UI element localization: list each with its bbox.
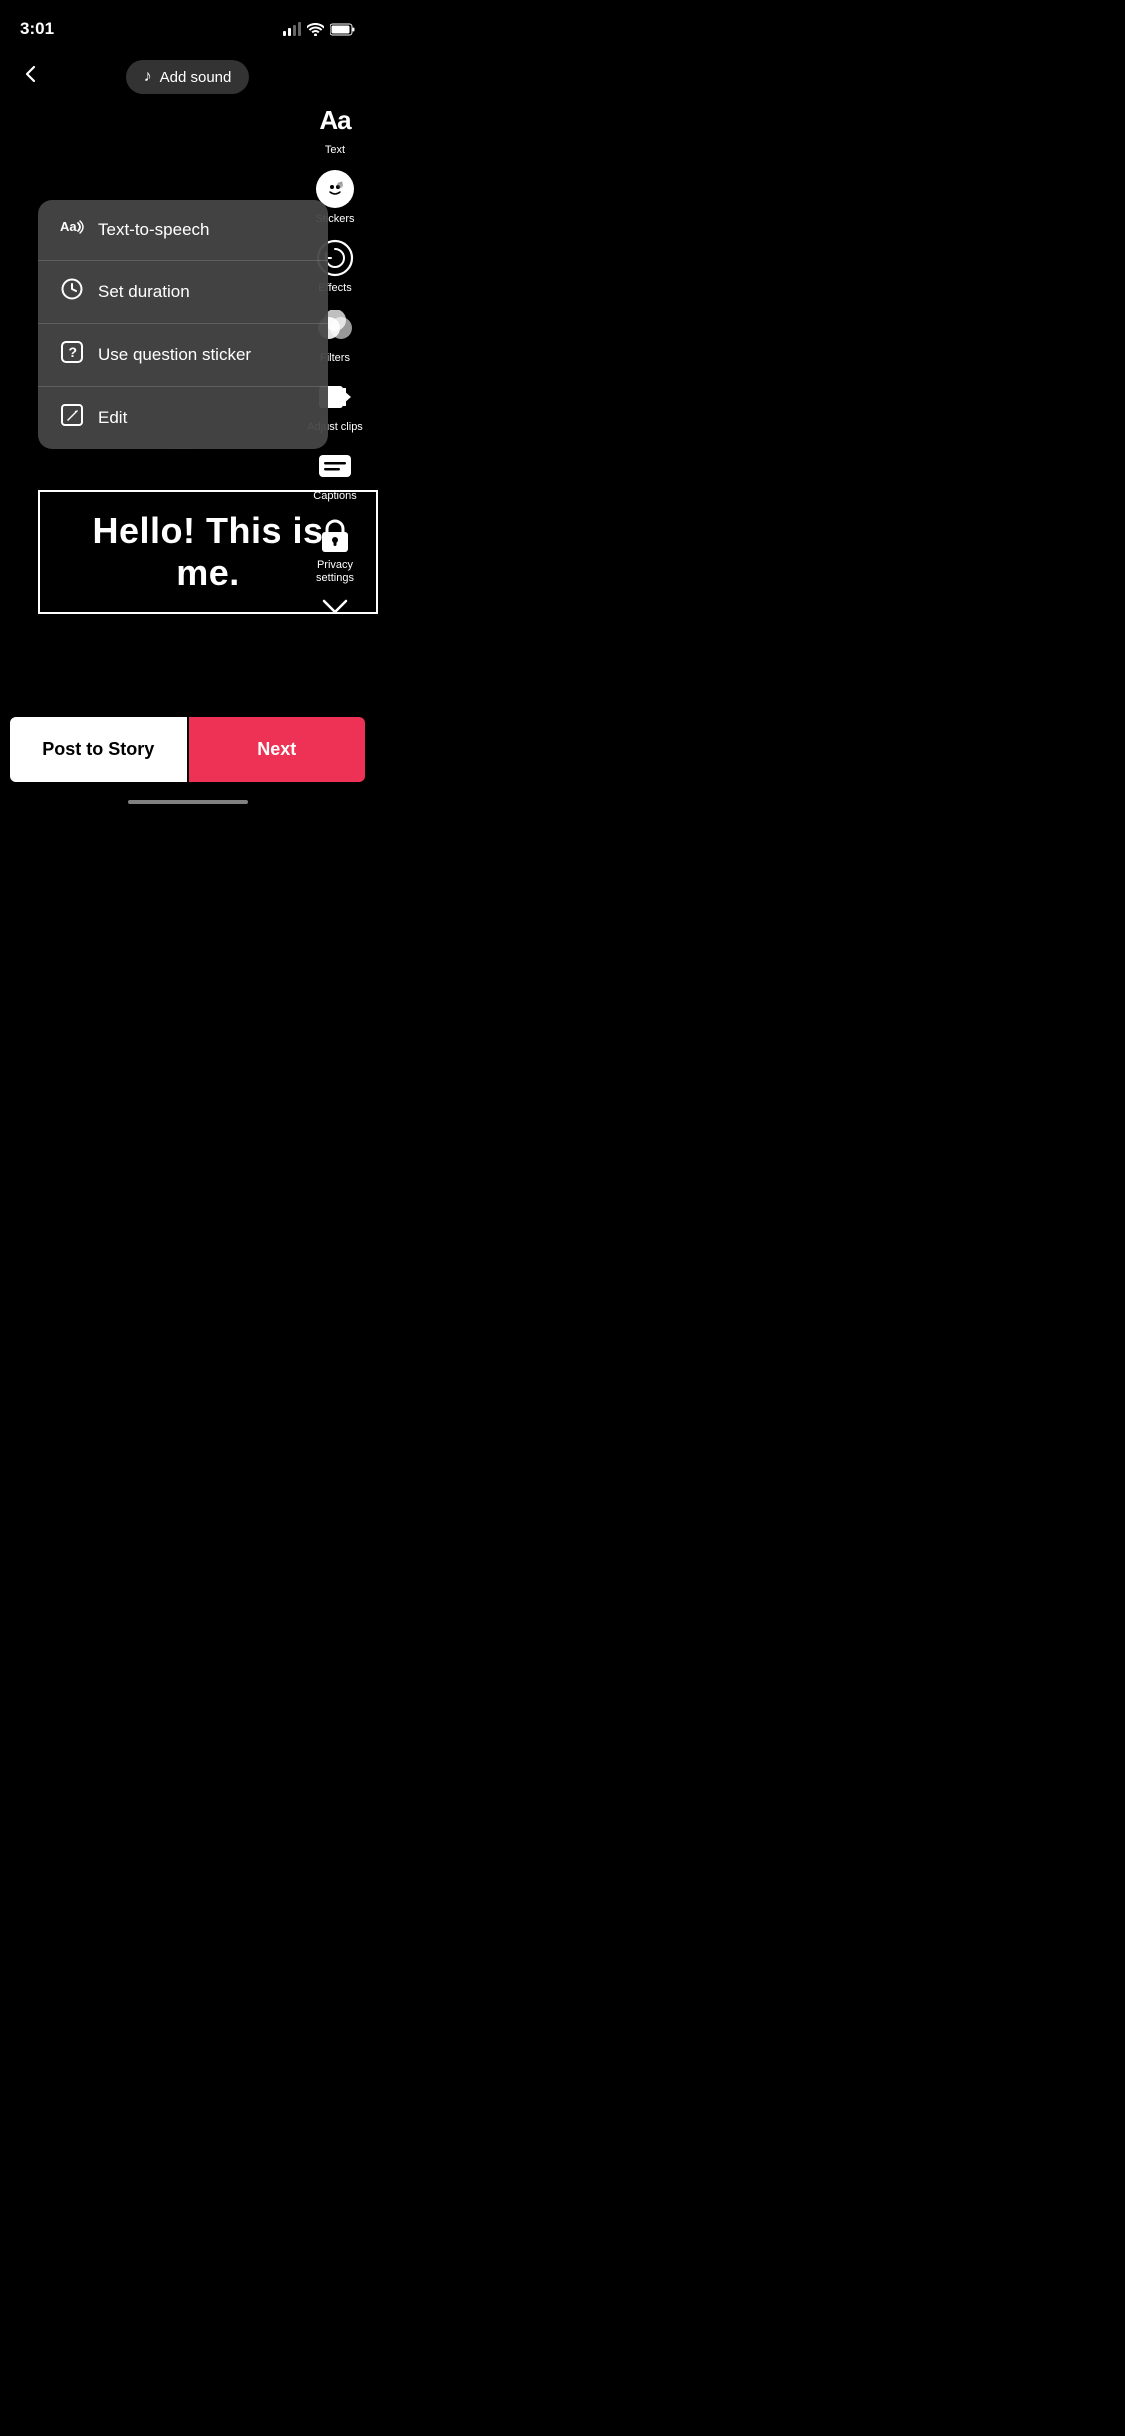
- question-sticker-icon: ?: [60, 341, 84, 369]
- add-sound-label: Add sound: [160, 69, 232, 86]
- menu-label-edit: Edit: [98, 408, 127, 428]
- text-to-speech-icon: Aa: [60, 217, 84, 243]
- status-bar: 3:01: [0, 0, 375, 44]
- signal-icon: [283, 22, 301, 36]
- menu-item-text-to-speech[interactable]: Aa Text-to-speech: [38, 200, 328, 261]
- text-overlay[interactable]: Hello! This is me.: [38, 490, 378, 614]
- home-indicator: [128, 800, 248, 804]
- status-icons: [283, 22, 355, 36]
- svg-text:?: ?: [69, 344, 78, 360]
- sidebar-item-text[interactable]: Aa Text: [307, 100, 363, 157]
- svg-text:Aa: Aa: [60, 219, 77, 234]
- edit-icon: [60, 404, 84, 432]
- menu-item-set-duration[interactable]: Set duration: [38, 261, 328, 324]
- menu-item-use-question-sticker[interactable]: ? Use question sticker: [38, 324, 328, 387]
- set-duration-icon: [60, 278, 84, 306]
- next-button[interactable]: Next: [189, 717, 366, 782]
- post-to-story-button[interactable]: Post to Story: [10, 717, 187, 782]
- text-icon: Aa: [315, 100, 355, 140]
- menu-item-edit[interactable]: Edit: [38, 387, 328, 449]
- captions-icon: [315, 446, 355, 486]
- context-menu: Aa Text-to-speech Set duration ? Use que…: [38, 200, 328, 449]
- menu-label-use-question-sticker: Use question sticker: [98, 345, 251, 365]
- menu-label-text-to-speech: Text-to-speech: [98, 220, 210, 240]
- wifi-icon: [307, 23, 324, 36]
- add-sound-button[interactable]: ♪ Add sound: [126, 60, 250, 94]
- text-overlay-content: Hello! This is me.: [62, 510, 354, 594]
- bottom-buttons: Post to Story Next: [0, 717, 375, 782]
- status-time: 3:01: [20, 19, 54, 39]
- sidebar-label-text: Text: [325, 144, 345, 157]
- music-note-icon: ♪: [144, 68, 152, 86]
- menu-label-set-duration: Set duration: [98, 282, 190, 302]
- top-controls: ♪ Add sound: [0, 44, 375, 94]
- battery-icon: [330, 23, 355, 36]
- back-button[interactable]: [20, 63, 52, 91]
